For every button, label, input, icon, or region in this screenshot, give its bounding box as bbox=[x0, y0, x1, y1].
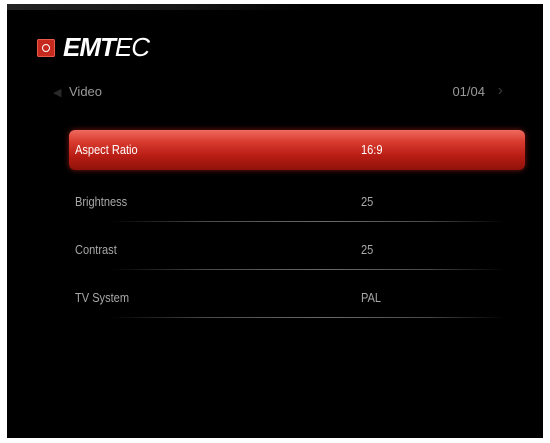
menu-item-label: Brightness bbox=[75, 194, 128, 209]
settings-menu: Aspect Ratio 16:9 Brightness 25 Contrast… bbox=[69, 130, 525, 320]
row-divider bbox=[109, 221, 505, 222]
page-counter: 01/04 bbox=[452, 84, 485, 99]
menu-item-label: TV System bbox=[75, 290, 130, 305]
row-divider bbox=[109, 317, 505, 318]
menu-item-label: Aspect Ratio bbox=[75, 142, 138, 157]
section-title: Video bbox=[69, 84, 103, 99]
menu-item-contrast[interactable]: Contrast 25 bbox=[69, 224, 525, 272]
logo-text-bold: EMT bbox=[63, 32, 116, 62]
section-header: ◀ Video 01/04 › bbox=[53, 82, 513, 104]
menu-item-value: 16:9 bbox=[361, 142, 383, 157]
menu-item-tv-system[interactable]: TV System PAL bbox=[69, 272, 525, 320]
row-divider bbox=[109, 269, 505, 270]
logo-text: EMTEC bbox=[63, 32, 150, 63]
menu-item-brightness[interactable]: Brightness 25 bbox=[69, 176, 525, 224]
menu-item-aspect-ratio[interactable]: Aspect Ratio 16:9 bbox=[69, 130, 525, 170]
menu-item-value: 25 bbox=[361, 194, 374, 209]
emtec-logo-icon bbox=[37, 38, 55, 57]
menu-item-value: PAL bbox=[361, 290, 382, 305]
logo-text-thin: EC bbox=[114, 32, 150, 62]
next-page-arrow-icon[interactable]: › bbox=[498, 82, 503, 100]
menu-item-value: 25 bbox=[361, 242, 374, 257]
tv-screen: EMTEC ◀ Video 01/04 › Aspect Ratio 16:9 … bbox=[7, 4, 543, 438]
emtec-logo: EMTEC bbox=[37, 32, 150, 63]
back-arrow-icon[interactable]: ◀ bbox=[53, 86, 61, 99]
top-strip bbox=[7, 4, 307, 10]
menu-item-label: Contrast bbox=[75, 242, 117, 257]
